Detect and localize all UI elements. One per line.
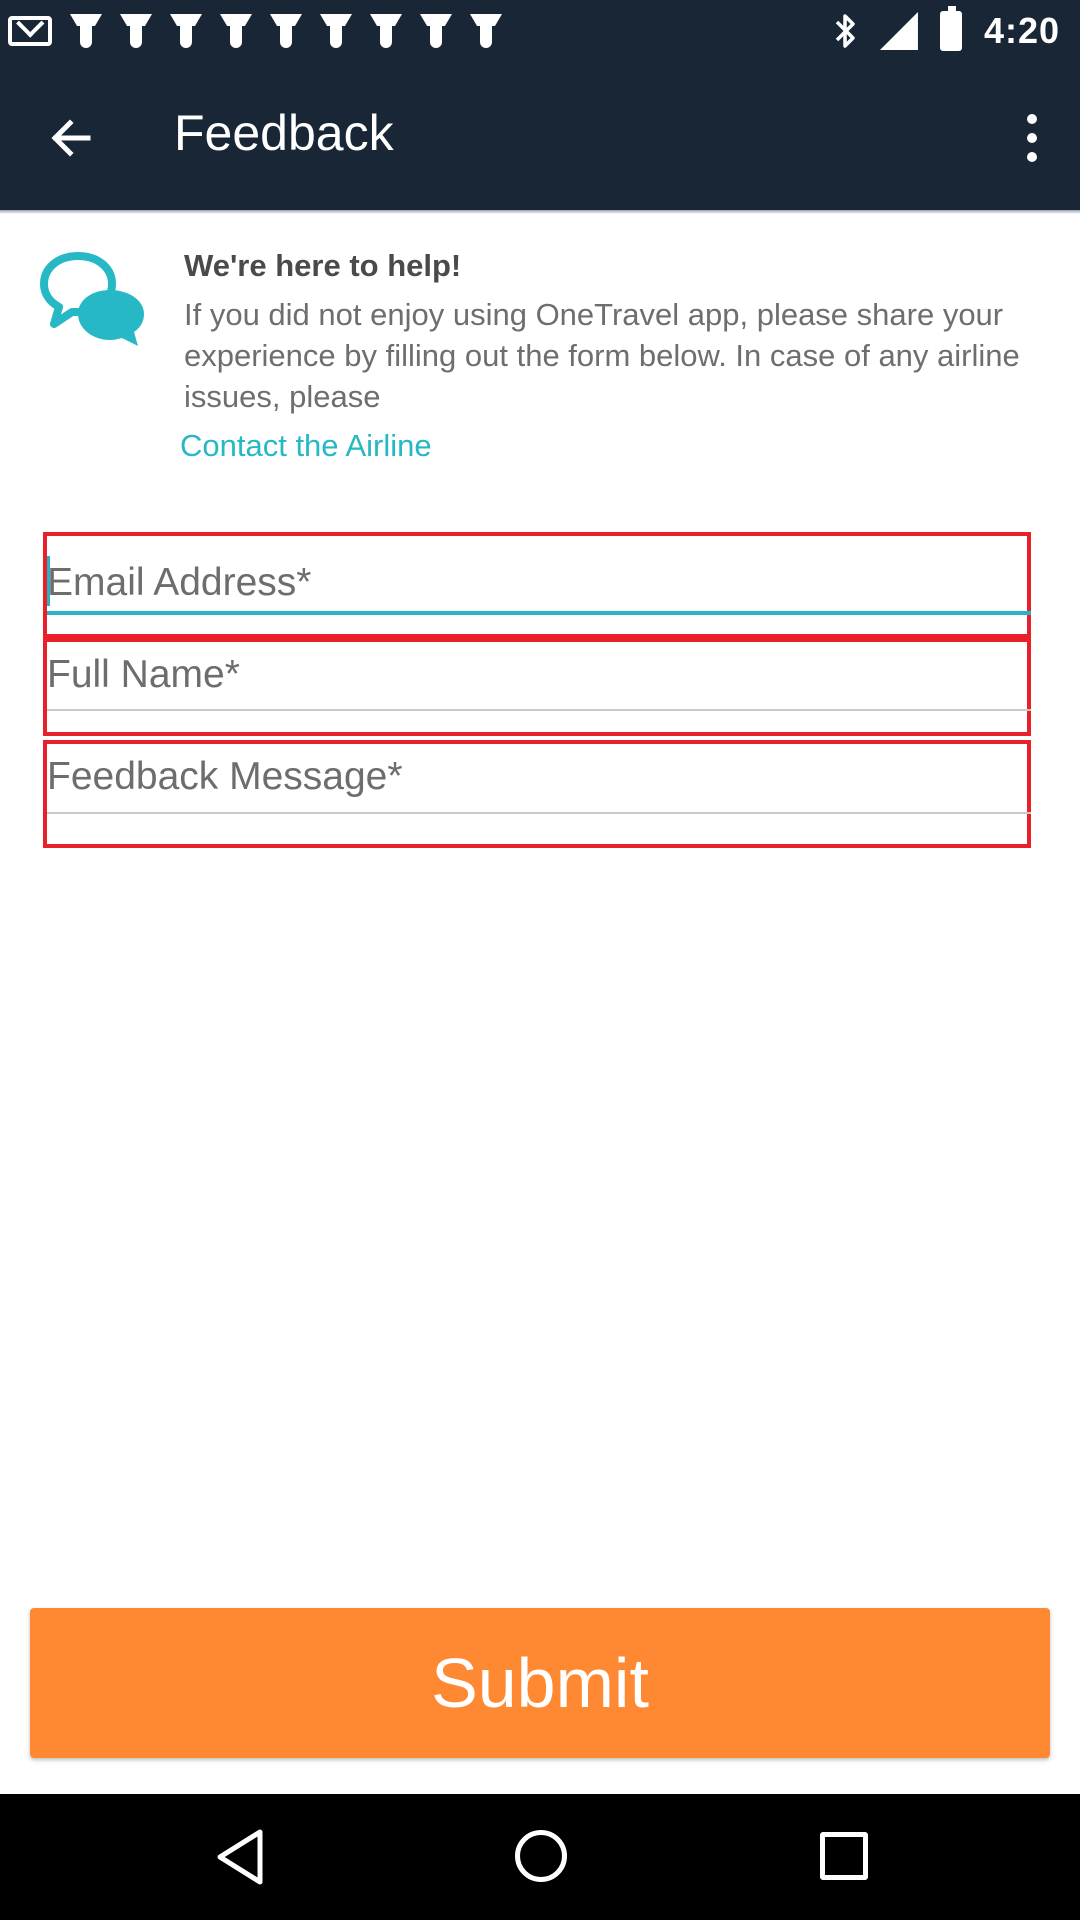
feedback-message-underline — [47, 812, 1031, 814]
fan-icon — [270, 14, 302, 50]
menu-dot — [1027, 114, 1037, 124]
full-name-field-container — [43, 638, 1031, 736]
fan-icon — [120, 14, 152, 50]
page-title: Feedback — [174, 105, 394, 161]
email-field[interactable] — [47, 558, 1031, 608]
feedback-message-field[interactable] — [47, 752, 1031, 802]
fan-icon — [170, 14, 202, 50]
fan-icon — [470, 14, 502, 50]
battery-icon — [939, 6, 962, 51]
status-time: 4:20 — [983, 10, 1060, 51]
full-name-underline — [47, 709, 1031, 711]
bluetooth-icon — [835, 14, 855, 48]
menu-dot — [1027, 152, 1037, 162]
fan-icon — [370, 14, 402, 50]
system-nav-bar — [0, 1794, 1080, 1920]
chat-bubbles-icon — [40, 252, 144, 346]
mail-icon — [8, 16, 52, 46]
fan-icon — [70, 14, 102, 50]
app-bar: Feedback — [0, 66, 1080, 210]
status-bar: 4:20 — [0, 0, 1080, 66]
full-name-field[interactable] — [47, 650, 1031, 700]
feedback-screen: 4:20 Feedback We're here to help! If you… — [0, 0, 1080, 1920]
help-title: We're here to help! — [184, 248, 462, 283]
fan-icon — [220, 14, 252, 50]
notification-icons — [8, 14, 502, 50]
email-field-container — [43, 532, 1031, 638]
fan-icon — [320, 14, 352, 50]
arrow-back-icon[interactable] — [40, 106, 104, 170]
more-vert-icon[interactable] — [1012, 106, 1052, 170]
app-bar-shadow — [0, 210, 1080, 214]
email-underline — [47, 611, 1031, 615]
back-triangle-icon[interactable] — [210, 1826, 272, 1888]
system-tray: 4:20 — [834, 6, 1060, 52]
recents-square-icon[interactable] — [820, 1832, 868, 1880]
fan-icon — [420, 14, 452, 50]
feedback-message-field-container — [43, 740, 1031, 848]
menu-dot — [1027, 133, 1037, 143]
contact-airline-link[interactable]: Contact the Airline — [180, 424, 432, 468]
home-circle-icon[interactable] — [515, 1830, 567, 1882]
signal-icon — [879, 12, 918, 50]
help-body-text: If you did not enjoy using OneTravel app… — [184, 297, 1020, 414]
submit-button[interactable]: Submit — [30, 1608, 1050, 1758]
